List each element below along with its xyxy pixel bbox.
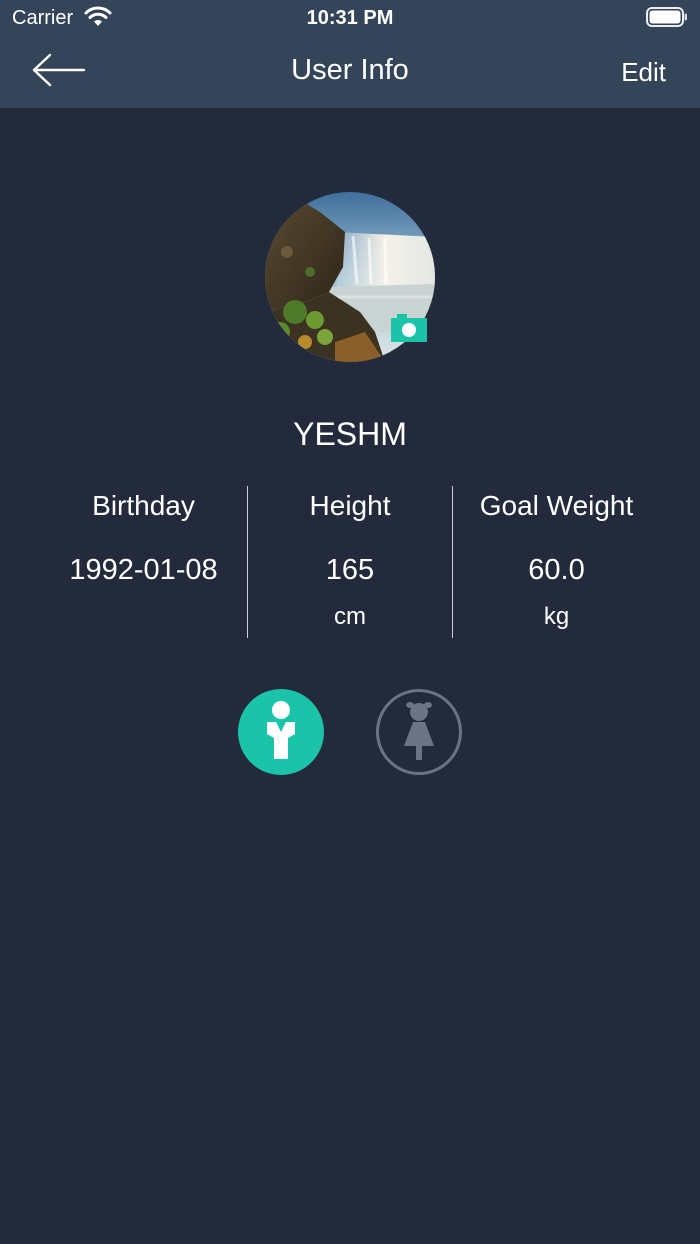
gender-female-button[interactable]: [376, 689, 462, 775]
stat-height[interactable]: Height 165 cm: [248, 486, 452, 636]
stat-birthday-label: Birthday: [92, 490, 195, 521]
male-icon: [267, 701, 295, 759]
stat-goal-weight-label: Goal Weight: [479, 490, 634, 521]
female-icon: [404, 702, 434, 760]
stat-goal-weight[interactable]: Goal Weight 60.0 kg: [453, 486, 660, 636]
user-name: YESHM: [293, 416, 407, 452]
stat-goal-weight-value: 60.0: [528, 554, 585, 586]
battery-icon: [646, 7, 687, 27]
stat-height-unit: cm: [334, 603, 366, 630]
page-title: User Info: [291, 54, 409, 86]
stat-height-value: 165: [325, 554, 375, 586]
top-bar: Carrier 10:31 PM User Info Edit: [0, 0, 700, 108]
stat-birthday[interactable]: Birthday 1992-01-08: [40, 486, 247, 636]
status-bar: Carrier 10:31 PM: [0, 0, 700, 36]
edit-button[interactable]: Edit: [621, 54, 666, 90]
gender-male-button[interactable]: [238, 689, 324, 775]
avatar-container[interactable]: [265, 192, 435, 362]
stat-birthday-value: 1992-01-08: [69, 554, 218, 586]
camera-icon[interactable]: [391, 312, 427, 342]
status-time: 10:31 PM: [306, 7, 394, 29]
stat-height-label: Height: [309, 490, 391, 521]
stat-goal-weight-unit: kg: [543, 603, 570, 630]
